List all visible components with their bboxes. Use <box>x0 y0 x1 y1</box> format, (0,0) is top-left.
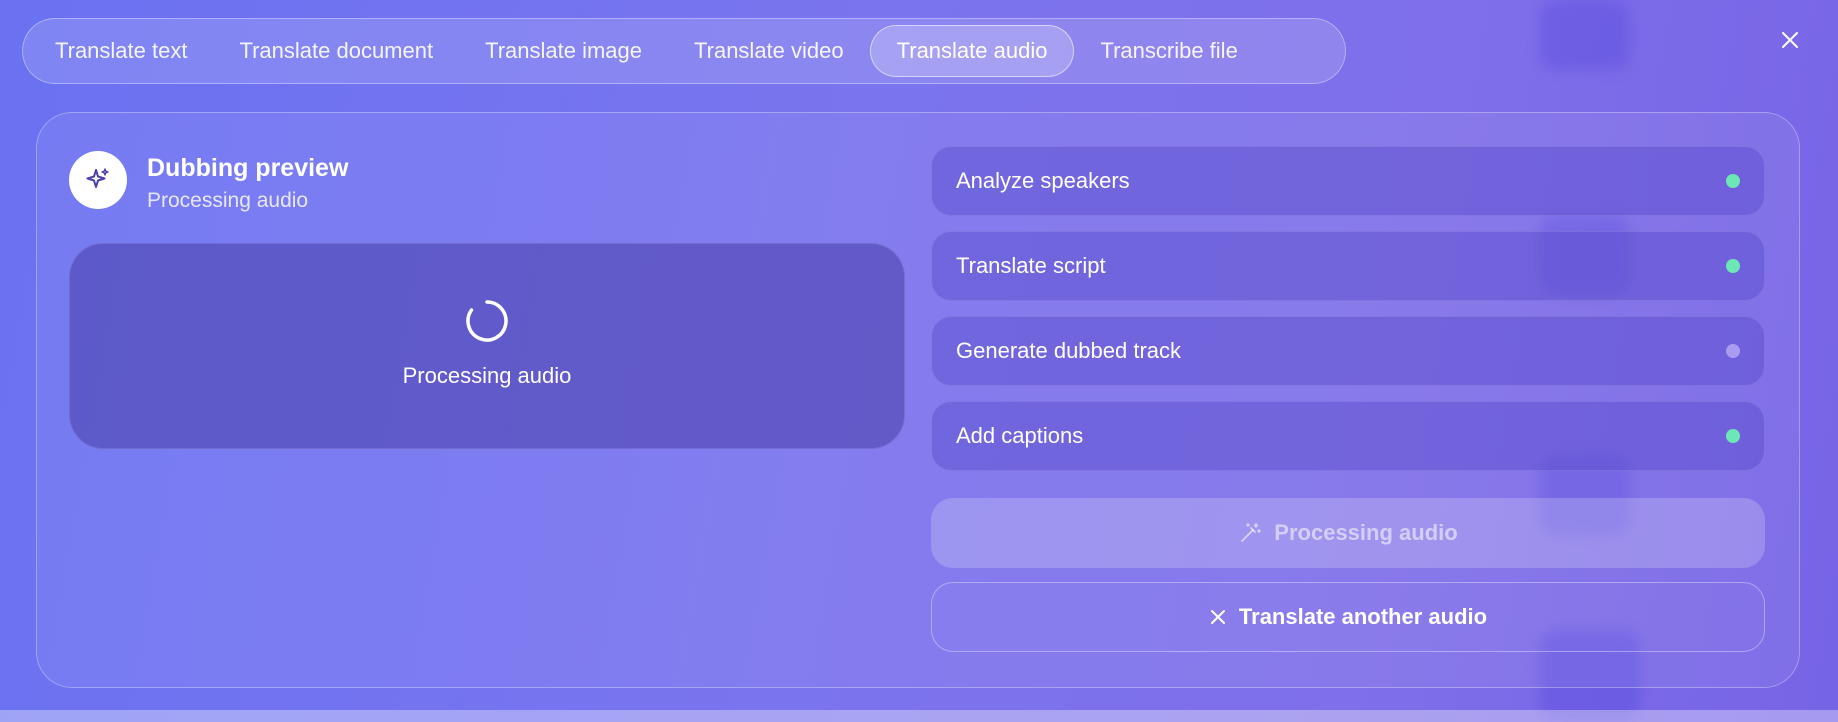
status-dot <box>1726 344 1740 358</box>
step-label: Add captions <box>956 423 1084 448</box>
magic-wand-icon <box>1238 521 1262 545</box>
preview-status-label: Processing audio <box>402 363 572 388</box>
step-add-captions: Add captions <box>931 401 1765 471</box>
tab-translate-text[interactable]: Translate text <box>29 25 213 77</box>
translate-another-audio-button[interactable]: Translate another audio <box>931 582 1765 652</box>
panel-subtitle: Processing audio <box>147 189 309 212</box>
close-icon <box>1209 608 1227 626</box>
tab-translate-image[interactable]: Translate image <box>459 25 668 77</box>
background-block <box>1540 0 1630 70</box>
tab-translate-audio[interactable]: Translate audio <box>869 25 1075 77</box>
step-label: Translate script <box>956 253 1106 278</box>
close-icon[interactable] <box>1776 26 1804 54</box>
processing-button-label: Processing audio <box>1274 520 1458 545</box>
panel-title: Dubbing preview <box>147 154 349 182</box>
step-list: Analyze speakers Translate script Genera… <box>931 146 1765 486</box>
tab-transcribe-file[interactable]: Transcribe file <box>1074 25 1263 77</box>
step-label: Analyze speakers <box>956 168 1130 193</box>
processing-button[interactable]: Processing audio <box>931 498 1765 568</box>
tab-bar: Translate text Translate document Transl… <box>22 18 1346 84</box>
status-dot <box>1726 259 1740 273</box>
spinner-icon <box>464 298 510 349</box>
translate-another-audio-label: Translate another audio <box>1238 604 1488 629</box>
background-strip <box>0 710 1838 722</box>
step-label: Generate dubbed track <box>956 338 1182 363</box>
tab-translate-document[interactable]: Translate document <box>213 25 459 77</box>
status-dot <box>1726 174 1740 188</box>
panel-header: Dubbing preview Processing audio <box>69 151 348 213</box>
sparkle-icon <box>69 151 127 209</box>
preview-area: Processing audio <box>69 243 905 449</box>
step-analyze-speakers: Analyze speakers <box>931 146 1765 216</box>
dubbing-panel: Dubbing preview Processing audio Process… <box>36 112 1800 688</box>
status-dot <box>1726 429 1740 443</box>
tab-translate-video[interactable]: Translate video <box>668 25 870 77</box>
step-generate-dubbed-track: Generate dubbed track <box>931 316 1765 386</box>
step-translate-script: Translate script <box>931 231 1765 301</box>
